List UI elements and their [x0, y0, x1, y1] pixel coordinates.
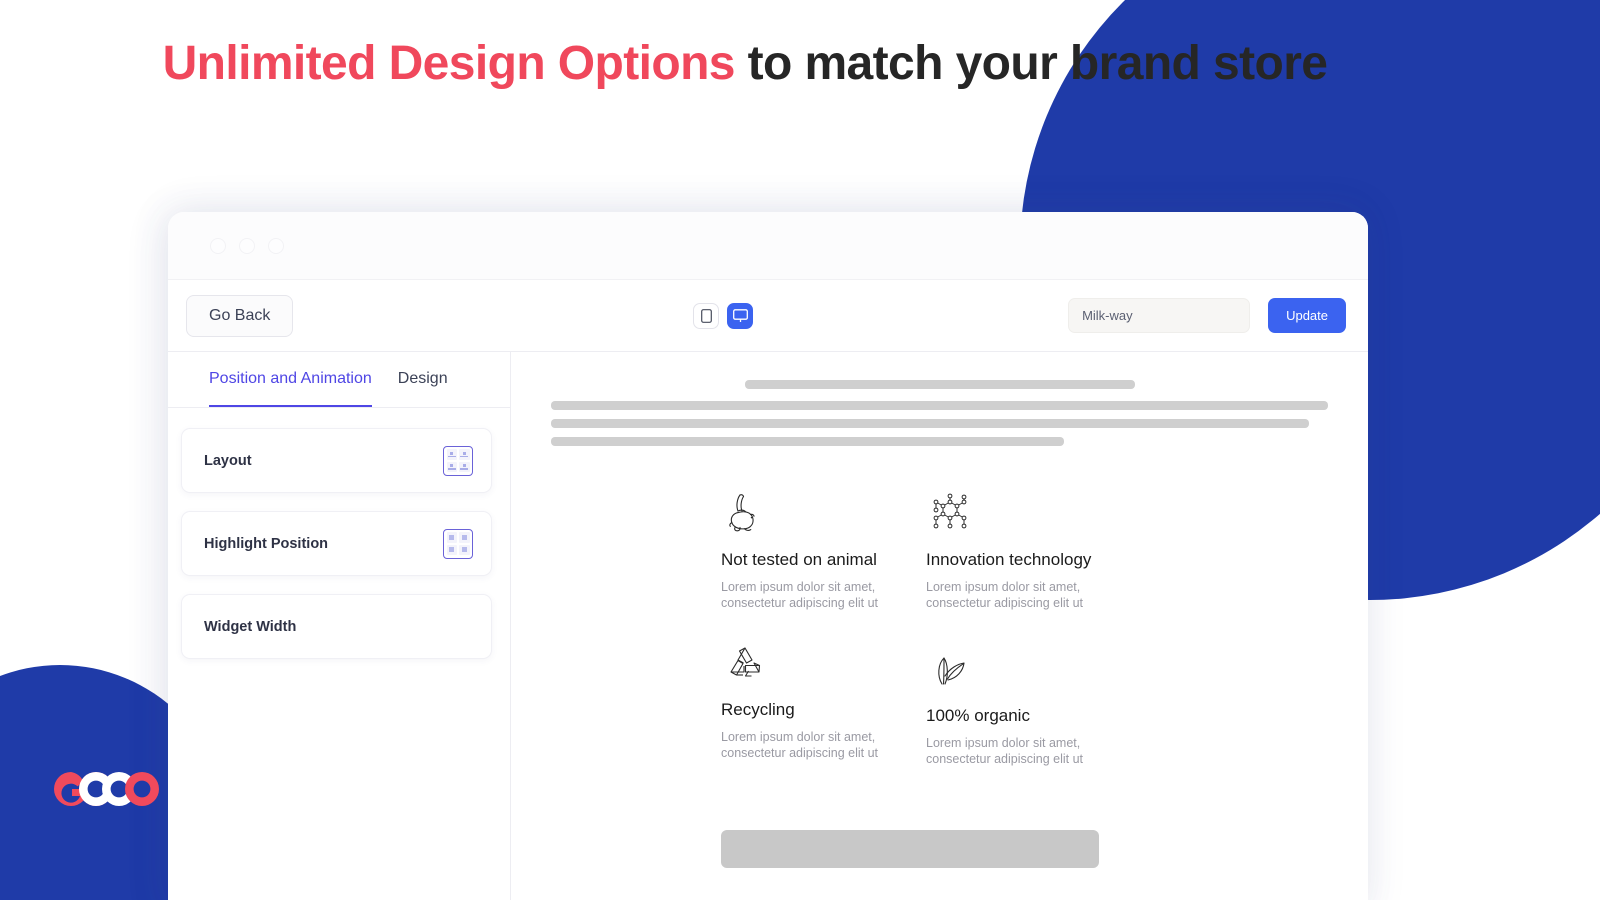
sidebar-card-layout[interactable]: Layout: [181, 428, 492, 493]
sidebar-card-label: Layout: [204, 452, 252, 469]
mobile-preview-button[interactable]: [693, 302, 719, 329]
feature-item: 100% organic Lorem ipsum dolor sit amet,…: [926, 640, 1131, 768]
feature-description: Lorem ipsum dolor sit amet, consectetur …: [926, 580, 1084, 611]
feature-description: Lorem ipsum dolor sit amet, consectetur …: [721, 580, 879, 611]
tab-design[interactable]: Design: [398, 370, 448, 407]
feature-item: Innovation technology Lorem ipsum dolor …: [926, 490, 1131, 612]
go-back-button[interactable]: Go Back: [186, 294, 294, 337]
feature-description: Lorem ipsum dolor sit amet, consectetur …: [721, 729, 879, 760]
grid-cell: [459, 449, 470, 460]
grid-cell: [459, 544, 470, 555]
headline-accent: Unlimited Design Options: [162, 37, 736, 90]
mobile-icon: [700, 308, 712, 323]
window-dot-maximize[interactable]: [268, 237, 284, 254]
skeleton-title-bar: [744, 380, 1135, 389]
window-dot-minimize[interactable]: [239, 237, 255, 254]
desktop-icon: [732, 308, 748, 322]
skeleton-line: [551, 419, 1309, 428]
sidebar-card-label: Highlight Position: [204, 535, 329, 552]
editor-sidebar: Position and Animation Design Layout Hig…: [168, 352, 511, 900]
window-dot-close[interactable]: [210, 237, 226, 254]
recycle-icon: [721, 640, 926, 688]
toolbar-right-group: Update: [1068, 298, 1346, 333]
page-headline: Unlimited Design Options to match your b…: [0, 30, 1490, 98]
feature-grid: Not tested on animal Lorem ipsum dolor s…: [551, 490, 1328, 767]
feature-item: Recycling Lorem ipsum dolor sit amet, co…: [721, 640, 926, 768]
grid-cell: [446, 461, 457, 472]
sidebar-card-widget-width[interactable]: Widget Width: [181, 594, 492, 659]
feature-description: Lorem ipsum dolor sit amet, consectetur …: [926, 735, 1084, 766]
skeleton-line: [551, 401, 1328, 410]
grid-highlight-icon[interactable]: [443, 528, 473, 559]
widget-preview-pane: Not tested on animal Lorem ipsum dolor s…: [511, 352, 1368, 900]
feature-title: Recycling: [721, 699, 795, 719]
feature-title: Not tested on animal: [721, 550, 877, 569]
feature-item: Not tested on animal Lorem ipsum dolor s…: [721, 490, 926, 612]
editor-body: Position and Animation Design Layout Hig…: [168, 352, 1368, 900]
feature-title: Innovation technology: [926, 550, 1092, 569]
grid-cell: [446, 449, 457, 460]
headline-rest: to match your brand store: [734, 37, 1328, 90]
store-name-input[interactable]: [1068, 298, 1251, 333]
window-title-bar: [168, 212, 1368, 280]
browser-window: Go Back Update: [168, 212, 1368, 900]
molecule-icon: [926, 490, 1131, 538]
sidebar-tab-bar: Position and Animation Design: [168, 352, 510, 408]
tab-position-and-animation[interactable]: Position and Animation: [209, 370, 372, 407]
sidebar-card-highlight-position[interactable]: Highlight Position: [181, 511, 492, 576]
skeleton-header: [551, 380, 1328, 446]
grid-cell: [446, 532, 457, 543]
brand-logo-good: [54, 772, 159, 806]
sidebar-card-list: Layout Highlight Position Widget Width: [168, 408, 510, 659]
update-button[interactable]: Update: [1268, 298, 1346, 333]
sidebar-card-label: Widget Width: [204, 618, 297, 635]
desktop-preview-button[interactable]: [727, 302, 753, 329]
feature-title: 100% organic: [926, 705, 1030, 725]
grid-cell: [459, 532, 470, 543]
cta-placeholder-bar: [721, 830, 1099, 868]
skeleton-line: [551, 437, 1064, 446]
rabbit-icon: [721, 490, 926, 538]
grid-layout-icon[interactable]: [443, 445, 473, 476]
grid-cell: [459, 461, 470, 472]
grid-cell: [446, 544, 457, 555]
device-preview-toggle: [693, 302, 753, 329]
editor-toolbar: Go Back Update: [168, 280, 1368, 352]
leaf-icon: [926, 646, 1131, 694]
page-root: Unlimited Design Options to match your b…: [0, 0, 1600, 900]
